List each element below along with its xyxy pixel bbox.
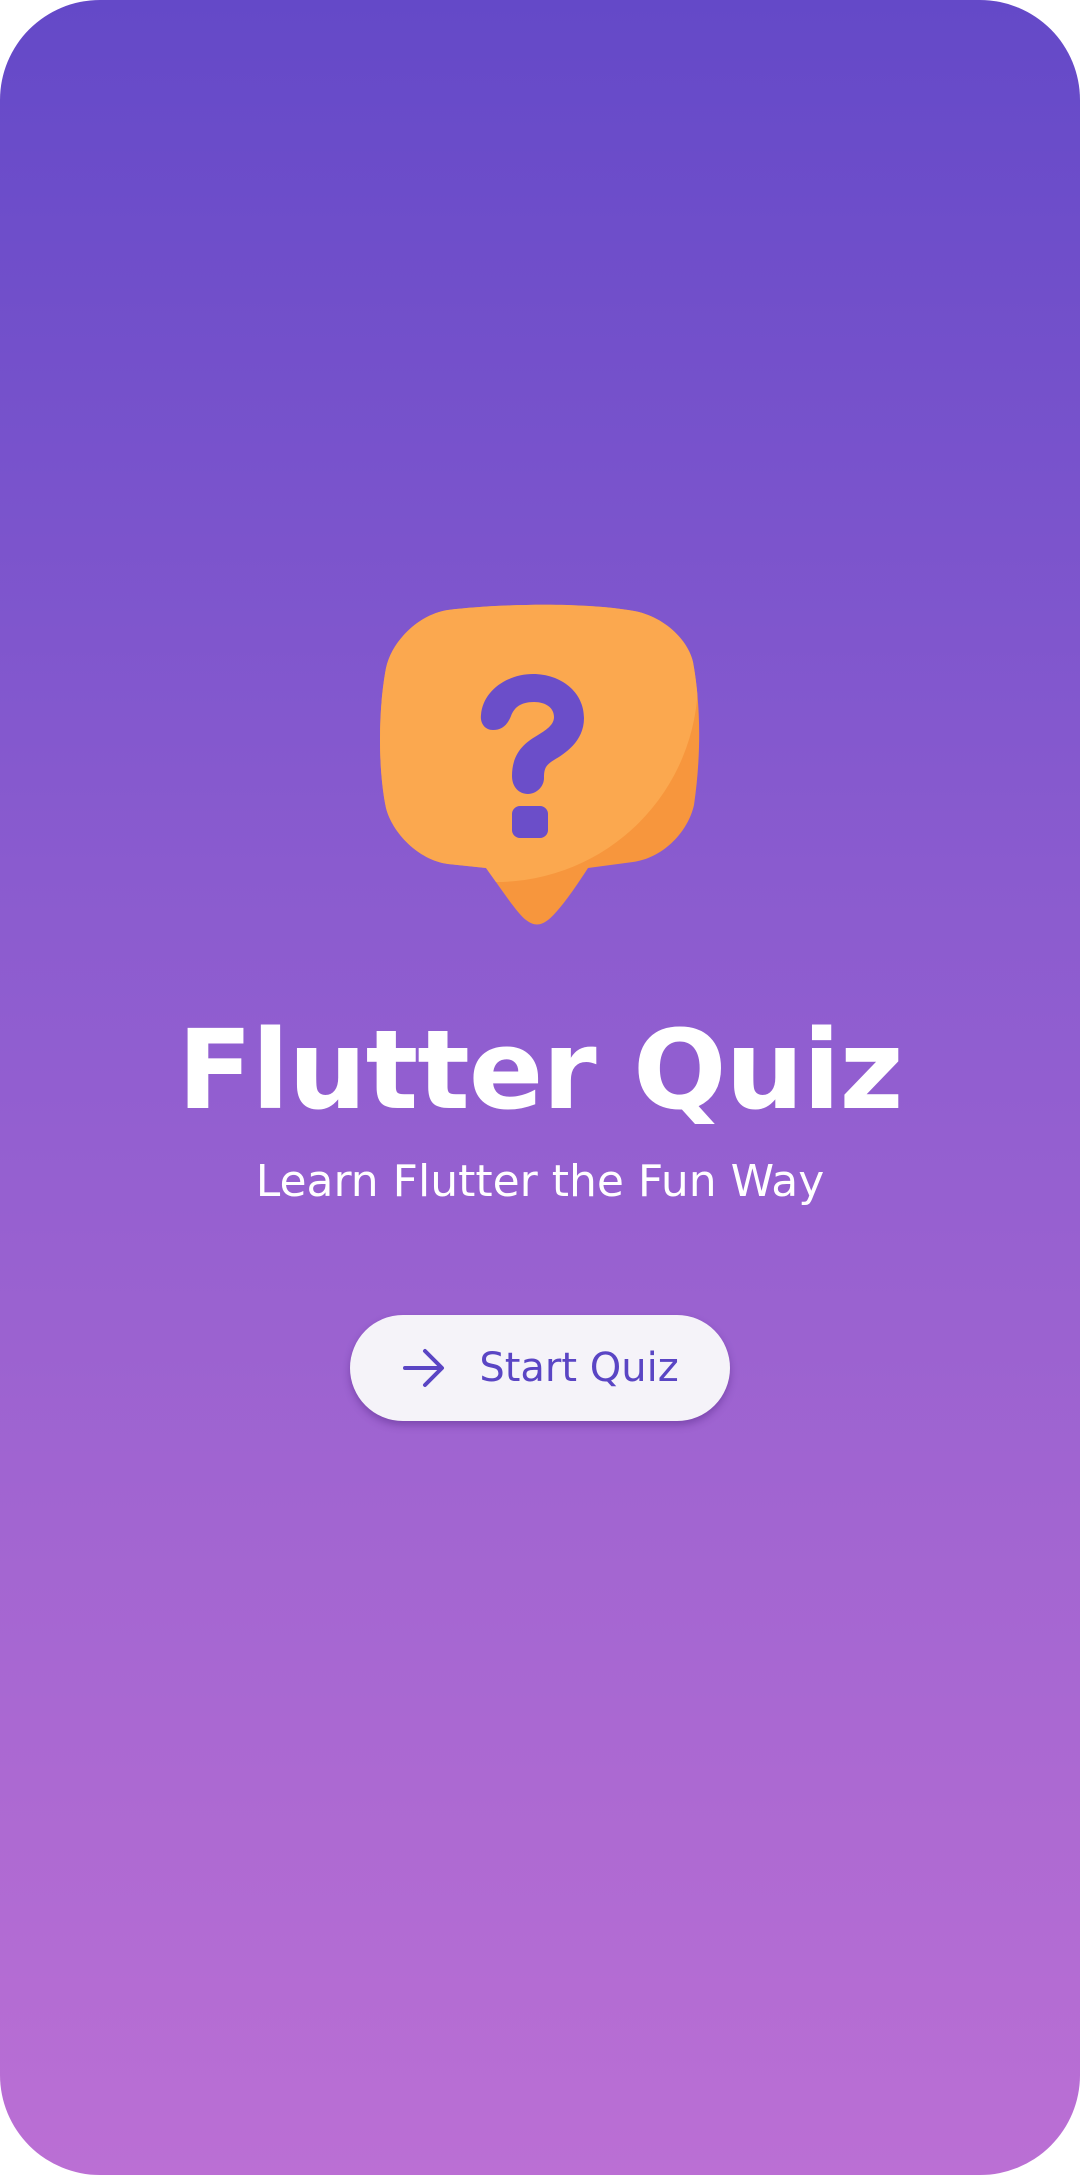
app-title: Flutter Quiz xyxy=(177,1006,903,1134)
start-quiz-button[interactable]: Start Quiz xyxy=(350,1315,730,1421)
app-subtitle: Learn Flutter the Fun Way xyxy=(255,1156,825,1207)
splash-screen: Flutter Quiz Learn Flutter the Fun Way S… xyxy=(0,0,1080,2175)
start-quiz-label: Start Quiz xyxy=(479,1345,679,1391)
arrow-right-icon xyxy=(403,1349,445,1387)
question-bubble-icon xyxy=(380,604,700,925)
